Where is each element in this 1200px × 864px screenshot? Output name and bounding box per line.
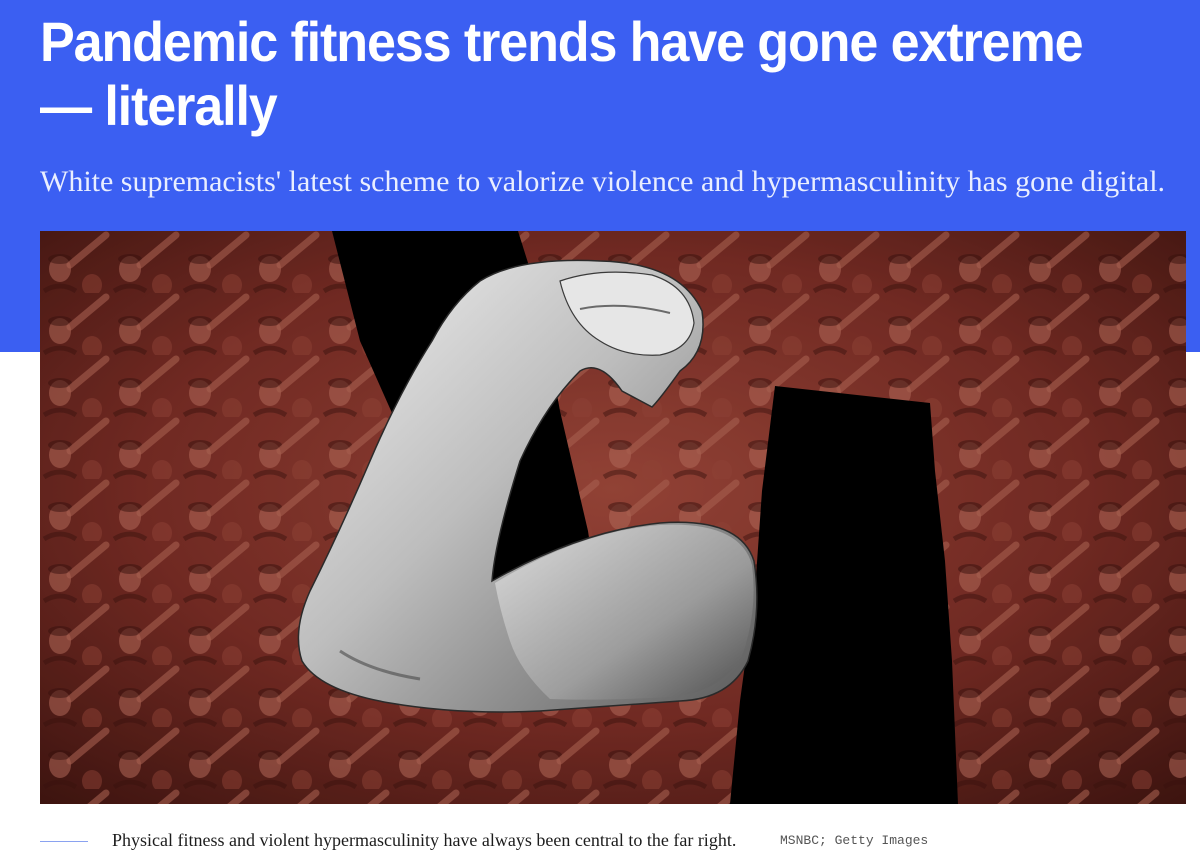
article-headline: Pandemic fitness trends have gone extrem… [40,10,1084,137]
article-page: Pandemic fitness trends have gone extrem… [0,0,1200,864]
hero-image [40,231,1186,804]
caption-divider [40,841,88,842]
photo-credit: MSNBC; Getty Images [780,833,929,848]
article-dek: White supremacists' latest scheme to val… [40,165,1166,198]
photo-caption: Physical fitness and violent hypermascul… [40,826,1186,856]
caption-text: Physical fitness and violent hypermascul… [112,830,737,850]
